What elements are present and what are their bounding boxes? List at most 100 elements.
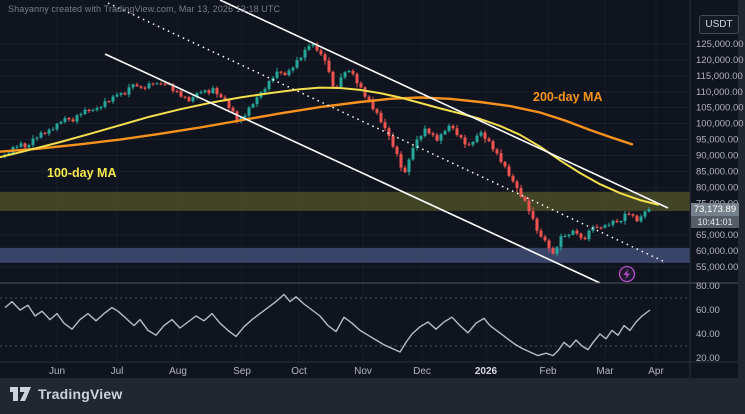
candle-body [51,129,55,131]
candle-body [411,147,415,160]
price-axis-label[interactable]: 65,000.00 [696,230,738,241]
price-axis-label[interactable]: 105,000.00 [696,103,744,114]
candle-body [199,92,203,94]
candle-body [163,83,167,85]
candle-body [399,154,403,168]
candle-body [571,230,575,235]
ma200-label: 200-day MA [533,90,603,104]
tradingview-logo[interactable]: TradingView [10,386,122,402]
price-axis-label[interactable]: 60,000.00 [696,246,738,257]
candle-body [559,236,563,248]
candle-body [579,233,583,238]
price-axis-label[interactable]: 95,000.00 [696,135,738,146]
candle-body [575,230,579,234]
candle-body [303,49,307,58]
candle-body [331,71,335,87]
candle-body [15,146,19,148]
candle-body [459,135,463,138]
time-axis-label[interactable]: Mar [596,366,614,377]
time-axis-label[interactable]: Oct [291,366,307,377]
candle-body [467,144,471,146]
candle-body [427,128,431,134]
candle-body [247,107,251,116]
candle-body [595,226,599,228]
time-axis-label[interactable]: Sep [233,366,251,377]
time-axis-label[interactable]: Nov [354,366,372,377]
candle-body [531,211,535,219]
candle-body [63,118,67,122]
candle-body [583,237,587,240]
price-axis-label[interactable]: 85,000.00 [696,166,738,177]
rsi-axis-label[interactable]: 80.00 [696,281,720,292]
candle-body [555,247,559,254]
time-axis-label[interactable]: Jun [49,366,65,377]
price-axis-label[interactable]: 110,000.00 [696,87,743,98]
candle-body [479,132,483,136]
candle-body [115,94,119,97]
candle-body [131,84,135,88]
candle-body [623,213,627,222]
candle-body [407,159,411,173]
candle-body [135,84,139,87]
time-axis-label[interactable]: Feb [539,366,557,377]
candle-body [95,108,99,110]
candle-body [35,137,39,139]
candle-body [435,135,439,141]
candle-body [379,112,383,123]
candle-body [439,134,443,141]
candle-body [463,137,467,145]
candle-body [423,128,427,137]
time-axis-label[interactable]: Dec [413,366,431,377]
candle-body [615,220,619,223]
price-axis-label[interactable]: 125,000.00 [696,39,744,50]
price-axis-label[interactable]: 90,000.00 [696,151,738,162]
candle-body [551,248,555,254]
candle-body [67,118,71,120]
time-axis-label[interactable]: 2026 [475,366,498,377]
time-axis-label[interactable]: Jul [111,366,124,377]
candle-body [599,227,603,229]
price-axis-label[interactable]: 100,000.00 [696,119,744,130]
ma100-label: 100-day MA [47,166,117,180]
candle-body [359,83,363,88]
candle-body [327,60,331,72]
candle-body [375,109,379,113]
candle-body [523,196,527,201]
price-axis-label[interactable]: 115,000.00 [696,71,743,82]
candle-body [511,175,515,182]
time-axis-label[interactable]: Aug [169,366,187,377]
candle-body [643,211,647,217]
rsi-axis-label[interactable]: 40.00 [696,329,720,340]
resistance-zone [0,191,690,211]
candle-body [451,125,455,129]
candle-body [139,86,143,88]
candle-body [431,133,435,136]
price-axis-label[interactable]: 120,000.00 [696,55,744,66]
candle-body [635,215,639,222]
candle-body [47,129,51,134]
candle-body [307,45,311,50]
candle-body [283,72,287,76]
candle-body [19,143,23,147]
candle-body [207,90,211,94]
candle-body [495,149,499,154]
candle-body [187,97,191,102]
currency-toggle-button[interactable]: USDT [699,15,739,34]
candle-body [75,115,79,122]
rsi-axis-label[interactable]: 20.00 [696,353,720,364]
candle-body [227,100,231,108]
candle-body [295,60,299,68]
time-axis-label[interactable]: Apr [648,366,664,377]
candle-body [455,128,459,136]
candle-body [443,131,447,135]
rsi-axis-label[interactable]: 60.00 [696,305,720,316]
candle-body [647,209,651,212]
price-axis-label[interactable]: 80,000.00 [696,182,738,193]
price-axis-label[interactable]: 55,000.00 [696,262,738,273]
candle-body [631,214,635,216]
candle-body [607,224,611,226]
chart-canvas[interactable]: 125,000.00 120,000.00 115,000.00 110,000.00… [0,0,745,414]
candle-body [219,94,223,98]
candle-body [543,236,547,241]
candle-body [23,143,27,148]
